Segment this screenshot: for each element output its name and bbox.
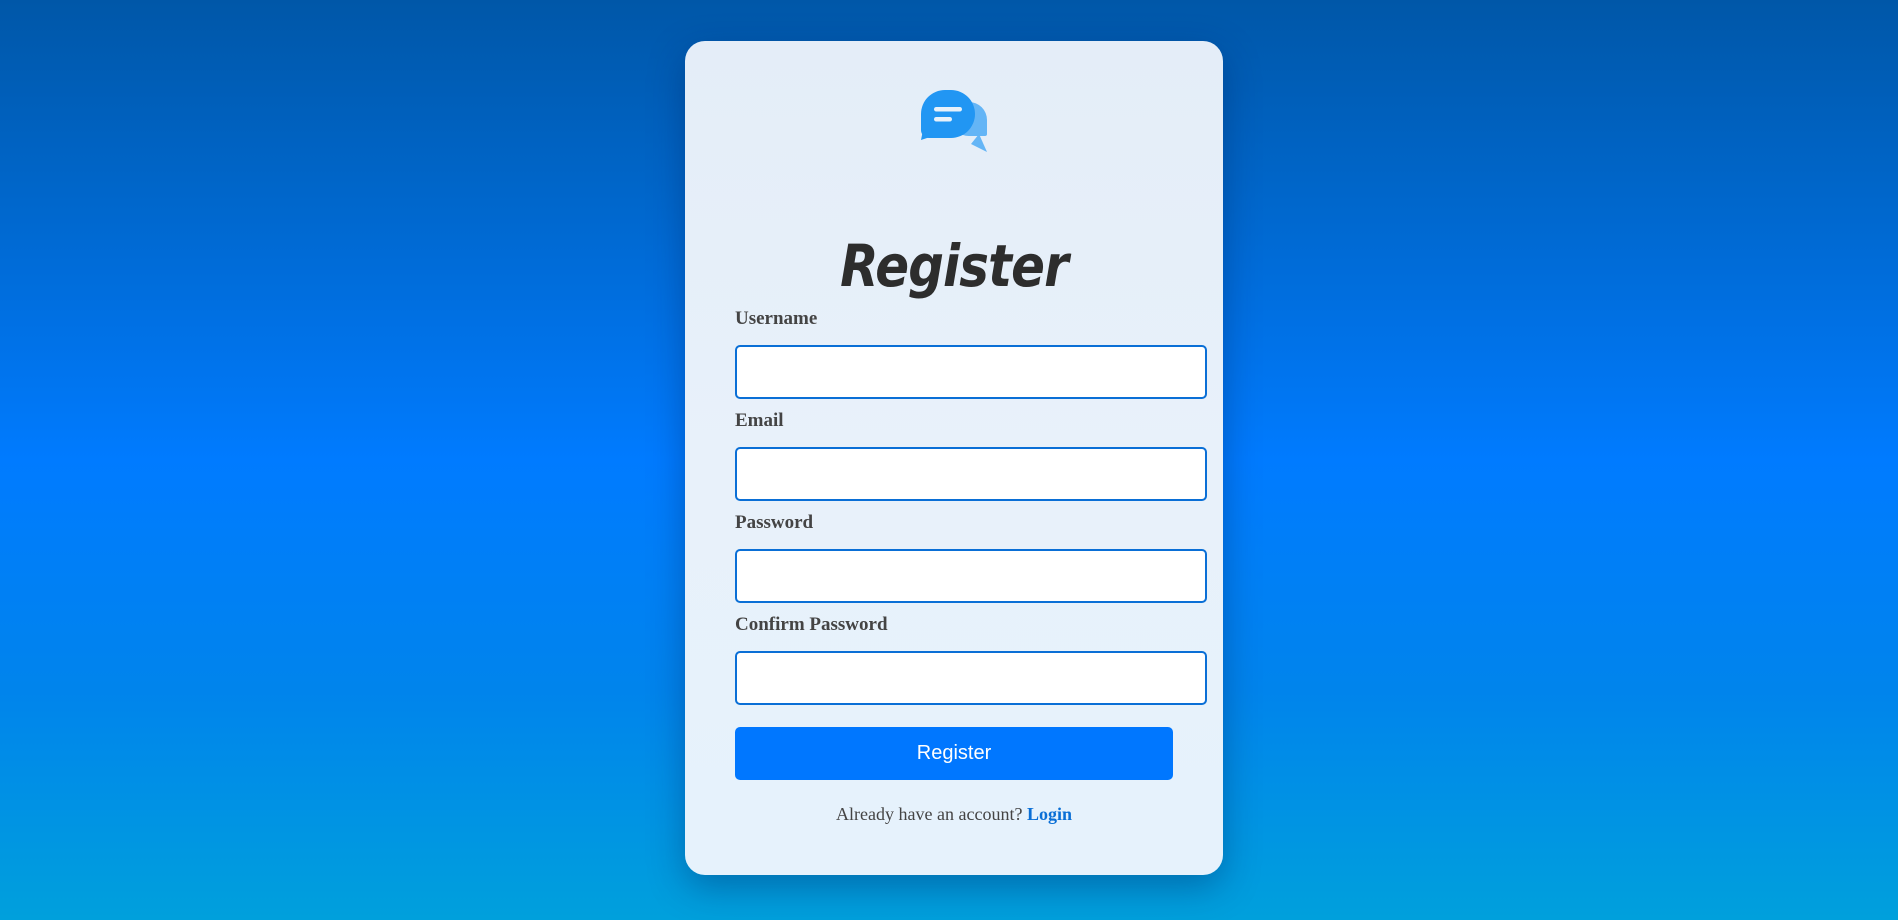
email-field-group: Email (735, 408, 1207, 501)
username-input[interactable] (735, 345, 1207, 399)
username-field-group: Username (735, 306, 1207, 399)
login-link[interactable]: Login (1027, 804, 1072, 824)
register-button[interactable]: Register (735, 727, 1173, 780)
password-label: Password (735, 512, 814, 533)
login-prompt: Already have an account? Login (685, 804, 1223, 825)
chat-bubbles-icon (921, 90, 987, 152)
confirm-password-label: Confirm Password (735, 614, 888, 635)
password-field-group: Password (735, 510, 1207, 603)
email-label: Email (735, 410, 784, 431)
login-prompt-text: Already have an account? (836, 804, 1023, 824)
register-card: Register Username Email Password Confirm… (685, 41, 1223, 875)
email-input[interactable] (735, 447, 1207, 501)
page-title: Register (840, 232, 1069, 300)
confirm-password-field-group: Confirm Password (735, 612, 1207, 705)
username-label: Username (735, 308, 818, 329)
password-input[interactable] (735, 549, 1207, 603)
confirm-password-input[interactable] (735, 651, 1207, 705)
